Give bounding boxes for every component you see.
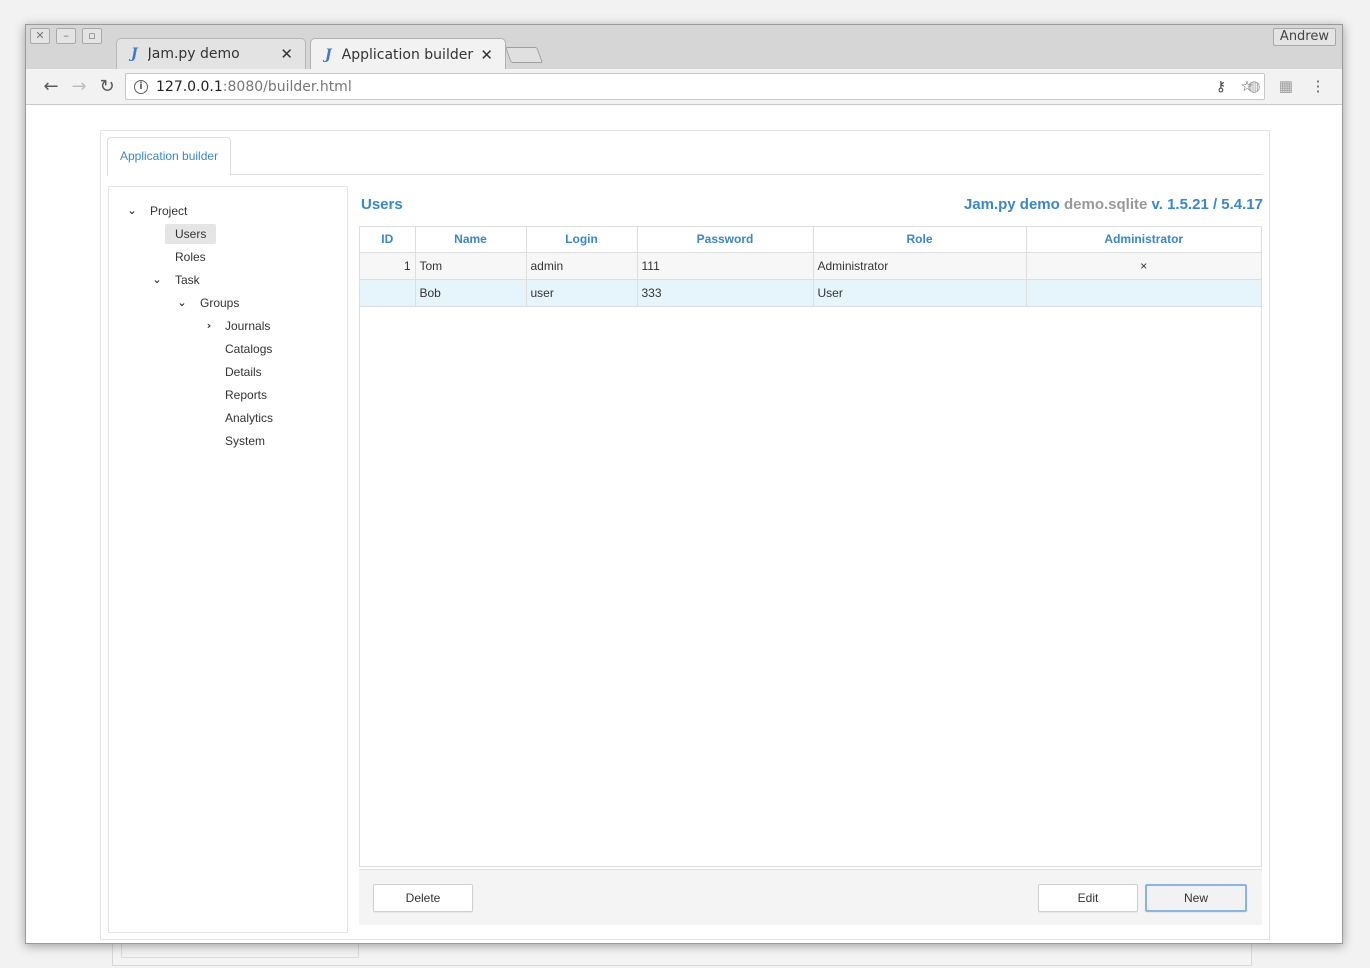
browser-tab-jampy-demo[interactable]: J Jam.py demo ✕ bbox=[116, 38, 306, 69]
title-bar: ✕ – ▫ Andrew J Jam.py demo ✕ J Applicati… bbox=[26, 25, 1342, 70]
version-number: v. 1.5.21 / 5.4.17 bbox=[1151, 196, 1263, 213]
column-header-role[interactable]: Role bbox=[813, 227, 1027, 253]
tab-application-builder[interactable]: Application builder bbox=[107, 137, 232, 176]
database-name: demo.sqlite bbox=[1063, 196, 1148, 213]
version-info: Jam.py demo demo.sqlite v. 1.5.21 / 5.4.… bbox=[964, 196, 1263, 213]
address-bar[interactable]: i 127.0.0.1 :8080/builder.html ⚷ ☆ bbox=[125, 73, 1265, 100]
chevron-down-icon[interactable]: ⌄ bbox=[151, 270, 163, 290]
address-path: :8080/builder.html bbox=[222, 78, 352, 95]
tree-item-label: Roles bbox=[175, 250, 206, 264]
forward-arrow-icon[interactable]: → bbox=[68, 76, 90, 98]
cell-role: User bbox=[813, 279, 1027, 307]
menu-kebab-icon[interactable]: ⋮ bbox=[1309, 78, 1327, 96]
tree-item-task[interactable]: Task bbox=[165, 270, 210, 290]
tab-favicon-icon: J bbox=[325, 46, 332, 63]
column-header-name[interactable]: Name bbox=[415, 227, 527, 253]
tab-title: Application builder bbox=[341, 46, 474, 63]
cell-login: admin bbox=[526, 252, 638, 280]
cell-administrator bbox=[1026, 279, 1261, 307]
table-footer: Delete Edit New bbox=[359, 869, 1262, 925]
profile-button[interactable]: Andrew bbox=[1272, 28, 1336, 46]
tree-item-label: Journals bbox=[225, 319, 271, 333]
users-table: ID Name Login Password Role Administrato… bbox=[359, 226, 1262, 867]
tab-title: Jam.py demo bbox=[147, 46, 240, 62]
cell-name: Tom bbox=[415, 252, 527, 280]
key-icon[interactable]: ⚷ bbox=[1212, 79, 1230, 95]
edit-button[interactable]: Edit bbox=[1038, 884, 1138, 912]
column-header-id[interactable]: ID bbox=[360, 227, 416, 253]
table-row[interactable]: 1 Tom admin 111 Administrator × bbox=[360, 252, 1261, 280]
tree-item-details[interactable]: Details bbox=[215, 362, 272, 382]
tree-item-label: System bbox=[225, 434, 266, 448]
window-close-icon[interactable]: ✕ bbox=[30, 28, 50, 44]
chevron-down-icon[interactable]: ⌄ bbox=[176, 293, 188, 313]
table-header-row: ID Name Login Password Role Administrato… bbox=[360, 227, 1261, 253]
tree-item-journals[interactable]: Journals bbox=[215, 316, 280, 336]
tree-item-reports[interactable]: Reports bbox=[215, 385, 277, 405]
builder-app: Application builder ⌄ Project Users Role… bbox=[100, 130, 1270, 940]
cell-name: Bob bbox=[415, 279, 527, 307]
delete-button[interactable]: Delete bbox=[373, 884, 473, 912]
tree-item-label: Details bbox=[225, 365, 262, 379]
tab-favicon-icon: J bbox=[131, 46, 138, 62]
tree-item-project[interactable]: Project bbox=[140, 201, 197, 221]
column-header-password[interactable]: Password bbox=[637, 227, 814, 253]
users-view: Users Jam.py demo demo.sqlite v. 1.5.21 … bbox=[359, 186, 1263, 936]
cell-password: 333 bbox=[637, 279, 814, 307]
tree-item-roles[interactable]: Roles bbox=[165, 247, 216, 267]
window-minimize-icon[interactable]: – bbox=[56, 28, 76, 44]
tree-item-label: Catalogs bbox=[225, 342, 273, 356]
cell-login: user bbox=[526, 279, 638, 307]
tree-item-label: Reports bbox=[225, 388, 268, 402]
tree-item-catalogs[interactable]: Catalogs bbox=[215, 339, 282, 359]
tree-item-label: Task bbox=[175, 273, 200, 287]
desktop: ✕ – ▫ Andrew J Jam.py demo ✕ J Applicati… bbox=[0, 0, 1370, 968]
browser-tab-application-builder[interactable]: J Application builder ✕ bbox=[310, 38, 506, 70]
tree-item-label: Users bbox=[165, 224, 217, 244]
app-tabs: Application builder bbox=[107, 137, 1263, 176]
new-button[interactable]: New bbox=[1145, 884, 1247, 912]
project-name: Jam.py demo bbox=[963, 196, 1060, 213]
tree-item-system[interactable]: System bbox=[215, 431, 275, 451]
window-controls: ✕ – ▫ bbox=[30, 28, 102, 44]
apps-extension-icon[interactable]: ▦ bbox=[1277, 78, 1295, 96]
window-maximize-icon[interactable]: ▫ bbox=[82, 28, 102, 44]
browser-toolbar: ← → ↻ i 127.0.0.1 :8080/builder.html ⚷ ☆… bbox=[26, 69, 1342, 105]
chevron-right-icon[interactable]: › bbox=[203, 316, 215, 336]
tree-item-groups[interactable]: Groups bbox=[190, 293, 249, 313]
address-host: 127.0.0.1 bbox=[156, 78, 223, 95]
column-header-login[interactable]: Login bbox=[526, 227, 638, 253]
tab-close-icon[interactable]: ✕ bbox=[280, 45, 293, 63]
cell-role: Administrator bbox=[813, 252, 1027, 280]
tree-item-label: Project bbox=[150, 204, 188, 218]
new-tab-button[interactable] bbox=[505, 47, 543, 63]
chevron-down-icon[interactable]: ⌄ bbox=[126, 201, 138, 221]
page-viewport: Application builder ⌄ Project Users Role… bbox=[26, 106, 1342, 943]
cell-id bbox=[360, 279, 416, 307]
site-info-icon[interactable]: i bbox=[134, 79, 148, 94]
back-arrow-icon[interactable]: ← bbox=[40, 76, 62, 98]
tree-item-label: Groups bbox=[200, 296, 240, 310]
reload-icon[interactable]: ↻ bbox=[96, 76, 118, 98]
cell-administrator: × bbox=[1026, 252, 1261, 280]
globe-extension-icon[interactable]: ◍ bbox=[1245, 78, 1263, 96]
table-row[interactable]: Bob user 333 User bbox=[360, 279, 1261, 307]
tree-item-label: Analytics bbox=[225, 411, 274, 425]
tree-item-users[interactable]: Users bbox=[165, 224, 217, 244]
cell-id: 1 bbox=[360, 252, 416, 280]
project-tree: ⌄ Project Users Roles ⌄ Task ⌄ Groups › … bbox=[108, 186, 348, 933]
column-header-administrator[interactable]: Administrator bbox=[1026, 227, 1261, 253]
tab-close-icon[interactable]: ✕ bbox=[480, 46, 493, 64]
browser-window: ✕ – ▫ Andrew J Jam.py demo ✕ J Applicati… bbox=[25, 24, 1343, 944]
page-title: Users bbox=[361, 196, 403, 213]
cell-password: 111 bbox=[637, 252, 814, 280]
tree-item-analytics[interactable]: Analytics bbox=[215, 408, 283, 428]
